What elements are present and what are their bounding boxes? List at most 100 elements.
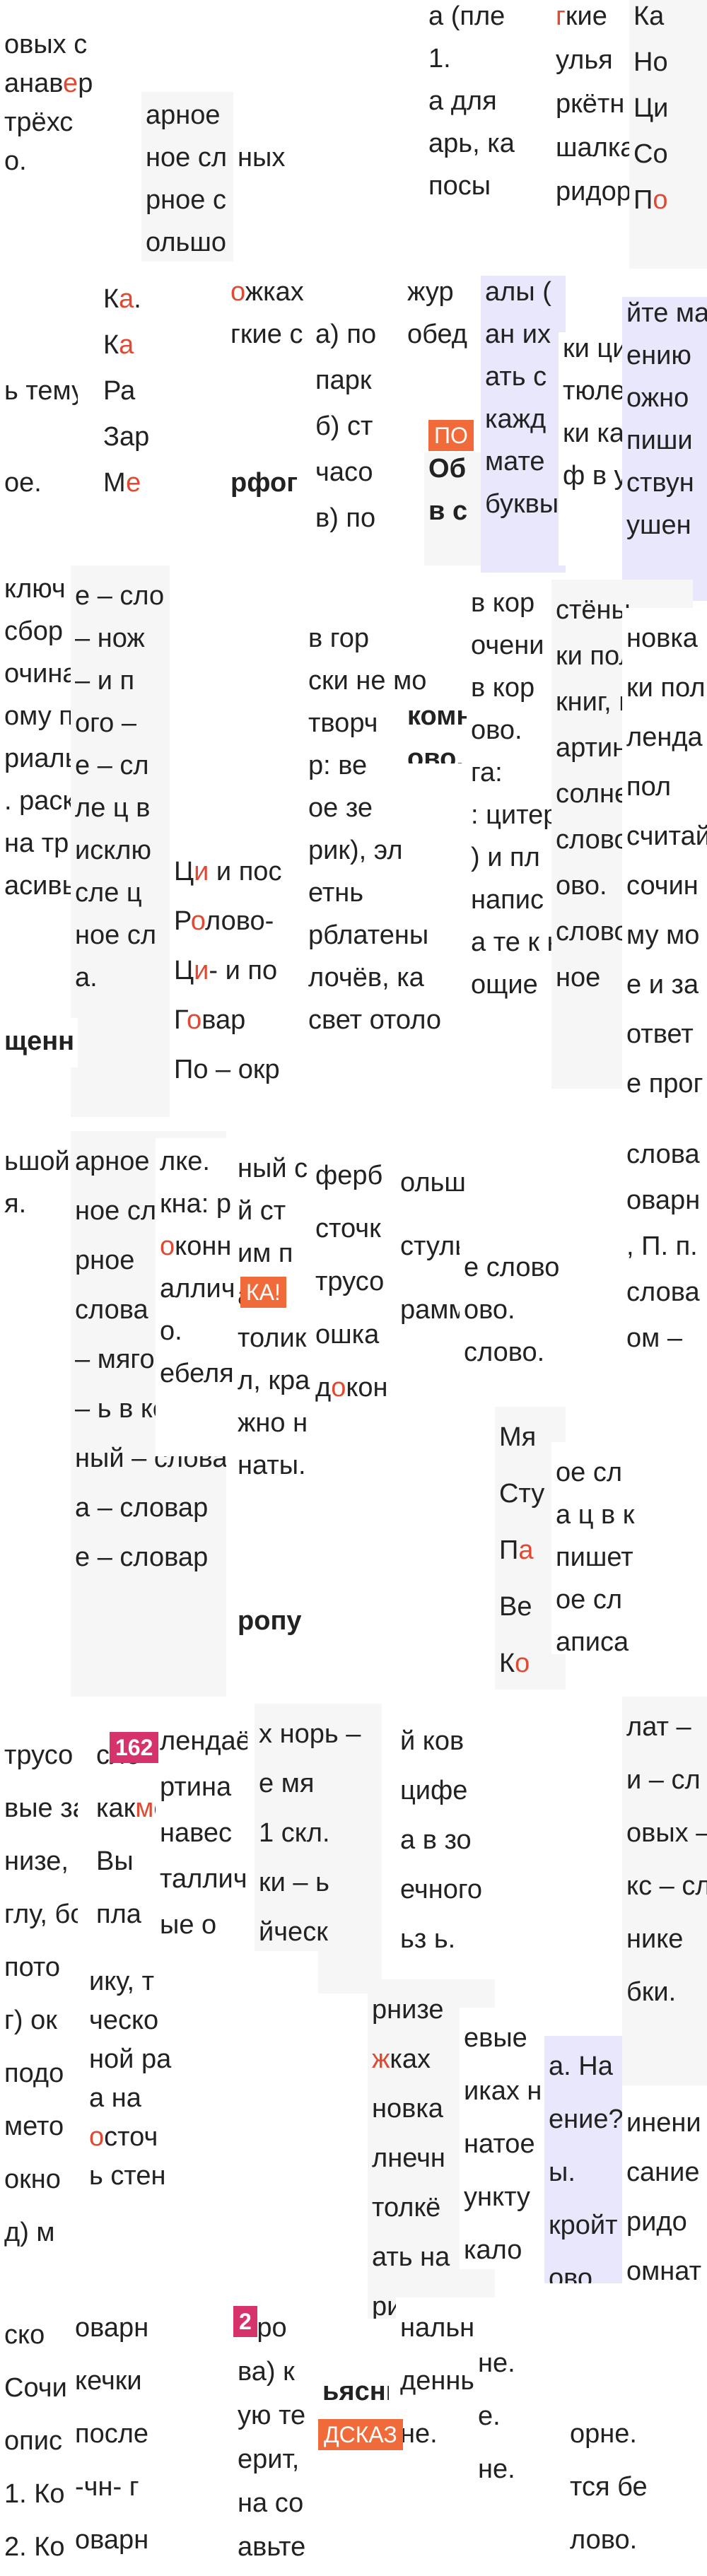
text-line: й ков <box>400 1726 464 1756</box>
text-fragment-t47: инени сание ридо омнат <box>622 2107 707 2290</box>
text-line: лово. <box>570 2525 638 2555</box>
text-line: рнизе <box>372 1995 444 2025</box>
text-line: ки ци <box>563 334 628 363</box>
text-fragment-t17: ключ сбор очина ому пу риаль . раск на тр асивь <box>0 566 78 947</box>
text-line: шалка <box>556 133 629 163</box>
text-line: ле ц в <box>75 793 151 823</box>
text-line: й ст <box>238 1196 286 1226</box>
text-fragment-t9: рфог <box>226 467 318 516</box>
text-fragment-t41: й ков цифе а в зо ечного ьз ь. <box>396 1711 530 1972</box>
text-fragment-t13: алы (ан их ать с кажд мате буквы <box>481 276 566 580</box>
text-line: г) ок <box>4 2006 57 2035</box>
text-line: ово. <box>471 715 522 745</box>
text-line: Ка. <box>103 284 141 314</box>
text-line: иках н <box>464 2076 542 2106</box>
text-line: арь, ка <box>428 129 515 158</box>
text-line: свет отоло <box>308 1005 441 1035</box>
section-tag-g2: КА! <box>240 1277 286 1308</box>
text-line: творч <box>308 708 378 738</box>
section-tag-g3: 162 <box>110 1732 159 1763</box>
text-line: По – окр <box>174 1055 280 1084</box>
text-line: ому пу <box>4 701 78 731</box>
text-line: ение? <box>549 2104 622 2134</box>
text-line: ное <box>556 963 601 993</box>
text-line: ого – <box>75 708 137 738</box>
text-line: считай <box>626 821 707 851</box>
text-line: р: ве <box>308 751 368 780</box>
text-line: ответ <box>626 1019 694 1049</box>
text-line: оконн <box>160 1231 232 1261</box>
text-fragment-t11: жур обед <box>403 276 474 361</box>
text-fragment-t46: а. На ение? ы. кройт ово. <box>544 2036 622 2283</box>
text-line: ртина <box>160 1772 232 1802</box>
text-line: овых с <box>4 30 88 59</box>
text-line: ки пол <box>626 673 706 703</box>
text-line: ствун <box>626 468 694 498</box>
text-line: ые о <box>160 1910 217 1940</box>
text-line: парк <box>315 365 372 395</box>
text-line: в) по <box>315 503 376 533</box>
text-line: кройт <box>549 2211 618 2240</box>
text-line: навес <box>160 1818 233 1848</box>
text-fragment-t6: Ка Но Ци Со По <box>629 0 707 269</box>
text-fragment-t40: х норь – е мя 1 скл. ки – ь йческ <box>255 1704 382 1994</box>
text-line: ольшо <box>146 228 226 257</box>
text-line: е и за <box>626 970 699 1000</box>
text-line: на тр <box>4 829 69 858</box>
text-line: Ци и пос <box>174 857 282 886</box>
text-line: после <box>75 2419 149 2449</box>
text-line: асивь <box>4 871 76 901</box>
text-line: лнечн <box>372 2143 445 2173</box>
text-line: щенн <box>4 1026 75 1056</box>
text-line: слово <box>556 825 629 855</box>
text-line: сточк <box>315 1214 381 1243</box>
text-line: рблатены <box>308 920 429 950</box>
text-fragment-t21: в гор ски не мо творч р: ве ое зе рик), эл етн… <box>304 608 481 1075</box>
text-fragment-t30: ферб сточк трусо ошка докон <box>311 1138 403 1477</box>
text-fragment-t43: ику, т ческо ной ра а на осточ ь стен <box>85 1951 318 2305</box>
text-line: Зар <box>103 422 150 452</box>
text-line: ощие <box>471 970 538 1000</box>
text-fragment-t54: орне. тся бе лово. <box>566 2404 707 2576</box>
text-line: авьте <box>238 2532 306 2562</box>
text-line: По <box>633 185 668 215</box>
text-line: ных <box>238 143 286 172</box>
text-line: я. <box>4 1189 27 1219</box>
text-line: нальн <box>400 2313 475 2343</box>
text-line: а для <box>428 86 497 116</box>
text-line: ки – ь <box>259 1868 329 1897</box>
text-line: ожно <box>626 383 689 413</box>
text-line: докон <box>315 1373 388 1403</box>
text-line: ное сл <box>146 143 228 172</box>
text-line: а те к к <box>471 927 559 957</box>
text-line: ьшой <box>4 1147 70 1176</box>
page-mosaic: овых с анавер трёхс о. арное ное сл рное с ольш… <box>0 0 707 2576</box>
text-line: х норь – <box>259 1719 361 1749</box>
text-line: вые за <box>4 1793 78 1823</box>
text-line: Ролово- <box>174 906 274 936</box>
text-line: инени <box>626 2108 701 2138</box>
text-line: ое зе <box>308 793 373 823</box>
text-line: толкё <box>372 2193 441 2223</box>
text-line: ению <box>626 341 691 370</box>
text-line: -чн- г <box>75 2472 139 2502</box>
text-line: в кор <box>471 673 535 703</box>
text-line: о. <box>160 1316 182 1346</box>
text-line: Ка <box>103 330 134 360</box>
text-line: мате <box>485 447 545 476</box>
text-line: ечного <box>400 1875 482 1904</box>
text-line: в с <box>428 496 468 526</box>
text-fragment-t45: евые иках н натое ункту кало <box>460 2008 551 2269</box>
text-line: трусо <box>315 1267 385 1296</box>
text-line: Ве <box>499 1592 532 1622</box>
text-line: ошка <box>315 1320 380 1350</box>
text-line: Ра <box>103 376 136 406</box>
text-line: слово <box>556 917 629 947</box>
text-line: аписа <box>556 1627 629 1654</box>
text-line: ово. <box>464 1295 515 1325</box>
text-line: сочин <box>626 871 699 901</box>
text-line: Сту <box>499 1479 545 1509</box>
text-line: часо <box>315 457 373 487</box>
text-line: в кор <box>471 588 535 618</box>
text-line: комн <box>407 701 473 731</box>
